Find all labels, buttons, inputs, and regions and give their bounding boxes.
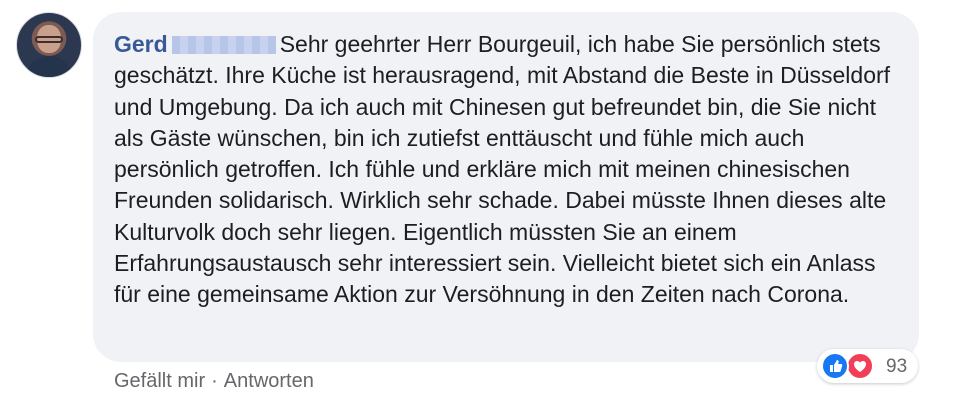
comment-text: Gerd Sehr geehrter Herr Bourgeuil, ich ha… — [114, 29, 904, 311]
like-icon — [821, 352, 849, 380]
reaction-count: 93 — [886, 356, 908, 377]
reaction-summary[interactable]: 93 — [817, 349, 918, 383]
avatar-glasses — [35, 36, 63, 43]
comment-body: Sehr geehrter Herr Bourgeuil, ich habe S… — [114, 31, 891, 308]
comment-actions: Gefällt mir · Antworten — [114, 370, 314, 393]
comment-author[interactable]: Gerd — [114, 31, 168, 57]
love-icon — [846, 352, 874, 380]
avatar-shirt — [25, 56, 73, 77]
redacted-name — [171, 36, 276, 54]
avatar[interactable] — [16, 12, 82, 78]
action-separator: · — [211, 370, 218, 392]
reply-action[interactable]: Antworten — [224, 370, 314, 393]
like-action[interactable]: Gefällt mir — [114, 370, 205, 393]
